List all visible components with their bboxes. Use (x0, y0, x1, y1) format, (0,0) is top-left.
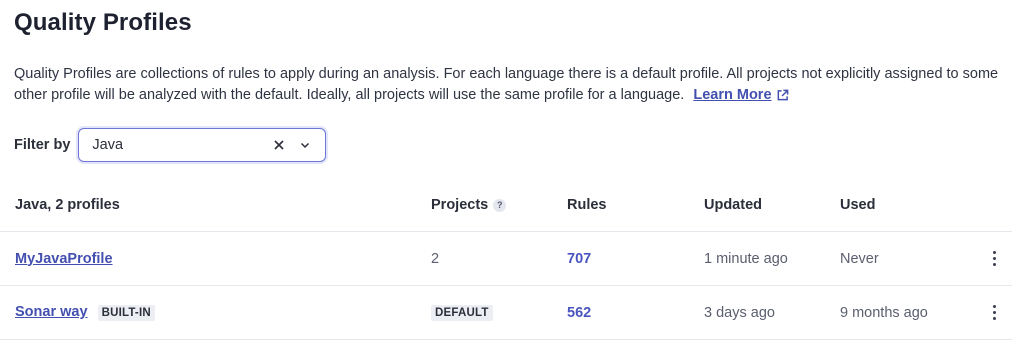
more-vertical-icon[interactable] (986, 303, 1002, 323)
profiles-table: Java, 2 profiles Projects? Rules Updated… (0, 179, 1012, 340)
projects-count: 2 (431, 250, 440, 267)
column-updated: Updated (704, 197, 762, 213)
more-vertical-icon[interactable] (986, 249, 1002, 269)
external-link-icon (777, 89, 788, 101)
table-row: MyJavaProfile 2 707 1 minute ago Never (0, 232, 1012, 286)
column-projects: Projects? (431, 197, 507, 213)
rules-count-link[interactable]: 562 (567, 305, 591, 321)
filter-value: Java (92, 137, 124, 153)
rules-count-link[interactable]: 707 (567, 251, 591, 267)
profile-name-link[interactable]: MyJavaProfile (15, 251, 113, 267)
description-text: Quality Profiles are collections of rule… (14, 66, 999, 103)
table-row: Sonar way BUILT-IN DEFAULT 562 3 days ag… (0, 286, 1012, 340)
group-header: Java, 2 profiles (15, 197, 120, 213)
page-title: Quality Profiles (14, 9, 192, 36)
built-in-badge: BUILT-IN (97, 305, 155, 321)
profile-name-cell: Sonar way BUILT-IN (15, 304, 155, 321)
default-badge: DEFAULT (431, 305, 493, 321)
column-projects-label: Projects (431, 197, 489, 213)
column-rules: Rules (567, 197, 607, 213)
help-icon[interactable]: ? (493, 198, 507, 212)
language-filter-select[interactable]: Java (78, 128, 327, 162)
table-header: Java, 2 profiles Projects? Rules Updated… (0, 179, 1012, 232)
updated-time: 3 days ago (704, 304, 775, 321)
close-icon[interactable] (269, 135, 289, 155)
projects-cell: DEFAULT (431, 304, 493, 321)
page-description: Quality Profiles are collections of rule… (14, 64, 1004, 106)
filter-label: Filter by (14, 137, 71, 153)
used-time: Never (840, 250, 879, 267)
learn-more-link[interactable]: Learn More (693, 85, 788, 106)
profile-name-link[interactable]: Sonar way (15, 304, 88, 320)
learn-more-label: Learn More (693, 87, 772, 103)
used-time: 9 months ago (840, 304, 928, 321)
column-used: Used (840, 197, 876, 213)
chevron-down-icon[interactable] (295, 135, 315, 155)
filter-row: Filter by Java (14, 127, 327, 163)
updated-time: 1 minute ago (704, 250, 788, 267)
